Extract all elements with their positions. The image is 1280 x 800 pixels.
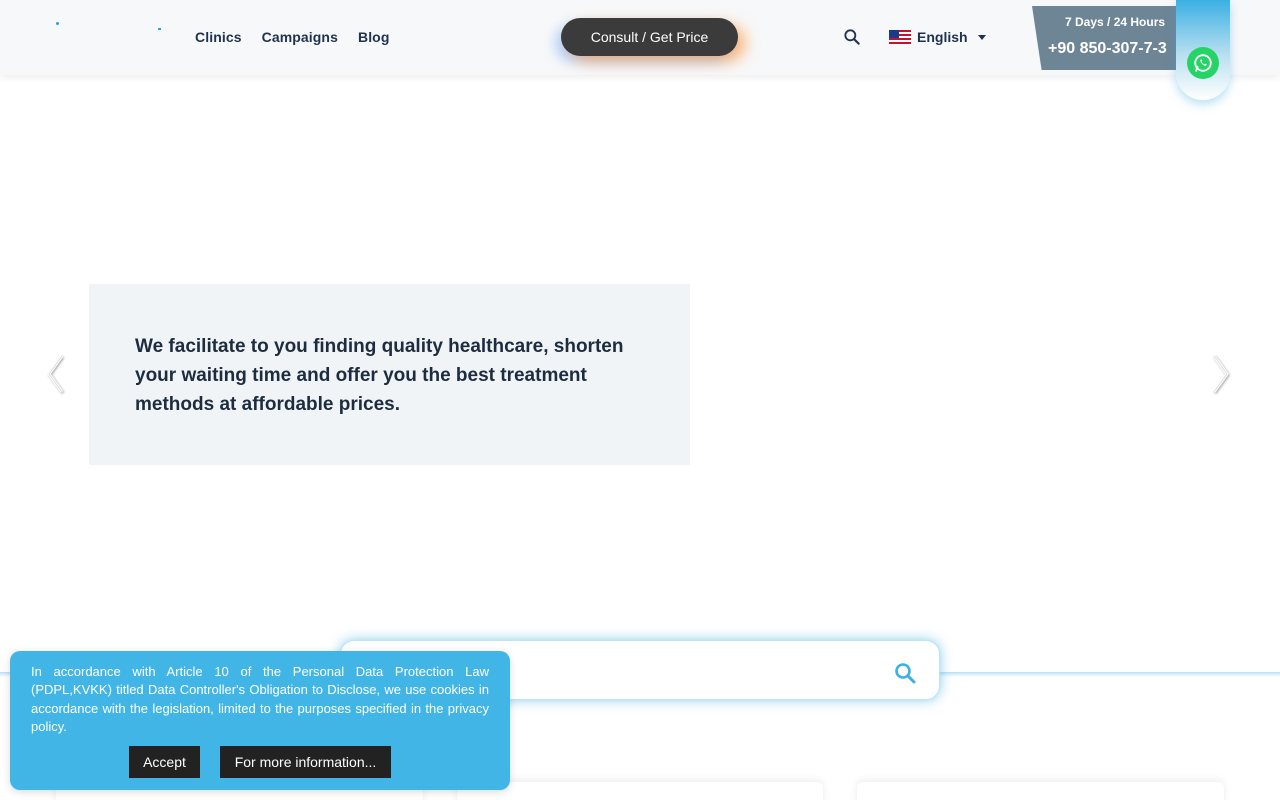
content-card[interactable] [457, 782, 823, 800]
logo-mark [56, 22, 59, 25]
nav-blog[interactable]: Blog [358, 29, 390, 45]
page: Clinics Campaigns Blog Consult / Get Pri… [0, 0, 1280, 800]
whatsapp-tab[interactable] [1176, 0, 1230, 100]
chevron-right-icon[interactable] [1208, 352, 1232, 396]
us-flag-icon [889, 29, 911, 45]
consult-get-price-button[interactable]: Consult / Get Price [561, 18, 738, 56]
main-nav: Clinics Campaigns Blog [195, 29, 390, 45]
hero-card: We facilitate to you finding quality hea… [89, 284, 690, 465]
caret-down-icon [977, 34, 986, 40]
phone-hours: 7 Days / 24 Hours [1065, 15, 1166, 29]
cookie-more-info-button[interactable]: For more information... [220, 746, 391, 778]
cookie-accept-button[interactable]: Accept [129, 746, 200, 778]
content-card[interactable] [857, 782, 1224, 800]
whatsapp-icon[interactable] [1187, 47, 1219, 79]
search-icon[interactable] [842, 27, 862, 47]
cookie-consent-banner: In accordance with Article 10 of the Per… [10, 651, 510, 790]
language-selector[interactable]: English [889, 29, 986, 45]
site-logo[interactable] [54, 18, 164, 38]
logo-mark [158, 28, 161, 30]
phone-number[interactable]: +90 850-307-7-3 [1048, 40, 1180, 58]
site-header: Clinics Campaigns Blog Consult / Get Pri… [0, 0, 1280, 75]
search-icon[interactable] [893, 661, 917, 685]
nav-campaigns[interactable]: Campaigns [262, 29, 338, 45]
hero-tagline: We facilitate to you finding quality hea… [135, 336, 624, 415]
cookie-notice-text: In accordance with Article 10 of the Per… [31, 664, 489, 734]
chevron-left-icon[interactable] [44, 352, 68, 396]
nav-clinics[interactable]: Clinics [195, 29, 242, 45]
language-label: English [917, 29, 968, 45]
